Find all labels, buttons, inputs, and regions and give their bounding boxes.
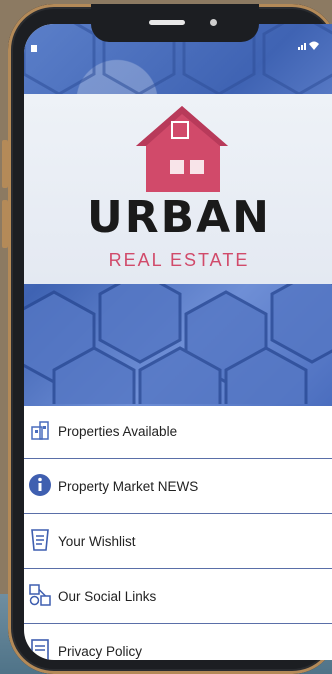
phone-notch [91, 4, 259, 42]
menu-item-label: Our Social Links [58, 588, 157, 604]
camera-icon [210, 19, 217, 26]
brand-subtitle: REAL ESTATE [108, 250, 250, 270]
brand-title: URBAN [86, 192, 272, 243]
menu-item-property-market-news[interactable]: Property Market NEWS [24, 459, 332, 514]
speaker-grille [149, 20, 185, 25]
menu-item-label: Property Market NEWS [58, 478, 199, 494]
wishlist-icon [28, 528, 52, 552]
document-icon [28, 638, 52, 660]
house-logo-icon [136, 106, 228, 192]
menu-item-label: Properties Available [58, 423, 178, 439]
info-icon [28, 473, 52, 497]
menu-item-privacy-policy[interactable]: Privacy Policy [24, 624, 332, 660]
social-icon [28, 583, 52, 607]
app-screen: URBAN REAL ESTATE Properties Available P… [24, 24, 332, 660]
menu-item-your-wishlist[interactable]: Your Wishlist [24, 514, 332, 569]
phone-side-button [2, 140, 8, 188]
hexagon-pattern-bottom [24, 274, 332, 404]
menu-item-label: Your Wishlist [58, 533, 136, 549]
building-icon [28, 418, 52, 442]
phone-side-button [2, 200, 8, 248]
menu-item-properties-available[interactable]: Properties Available [24, 404, 332, 459]
menu-item-label: Privacy Policy [58, 643, 143, 659]
main-menu: Properties Available Property Market NEW… [24, 404, 332, 660]
signal-wifi-icon [298, 40, 320, 53]
status-bar-left-icon [30, 40, 40, 58]
menu-item-our-social-links[interactable]: Our Social Links [24, 569, 332, 624]
